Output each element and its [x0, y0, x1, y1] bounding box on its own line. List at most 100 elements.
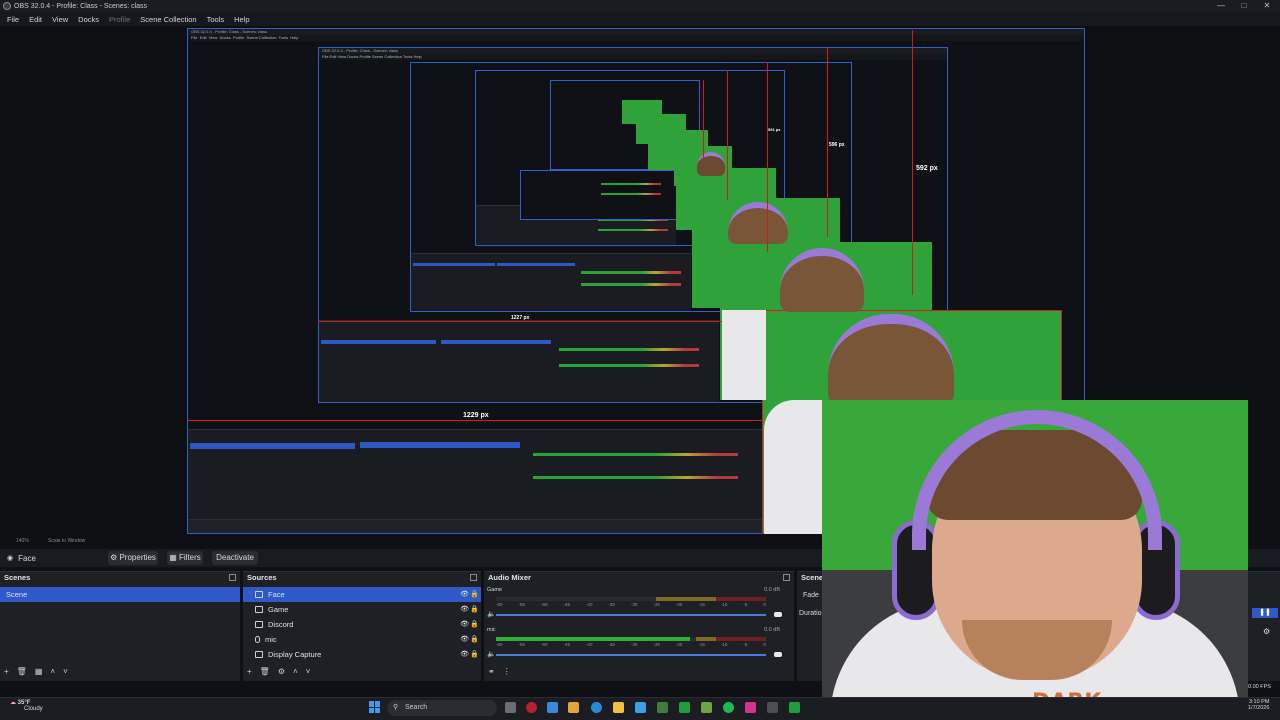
lock-icon[interactable]: 🔒 [470, 617, 479, 632]
eye-icon[interactable]: 👁 [460, 647, 469, 662]
xbox-icon[interactable] [679, 702, 690, 713]
nested-meter [581, 283, 681, 286]
spotify-icon[interactable] [723, 702, 734, 713]
arrow-down-icon[interactable]: ˅ [306, 667, 311, 676]
lock-icon[interactable]: 🔒 [470, 632, 479, 647]
volume-slider[interactable] [496, 654, 766, 656]
menu-profile[interactable]: Profile [104, 15, 135, 24]
person-shirt [722, 310, 766, 400]
more-icon[interactable]: ⋮ [503, 667, 511, 676]
weather-widget[interactable]: ☁ 35°F Cloudy [10, 699, 43, 712]
lock-icon[interactable]: 🔒 [470, 647, 479, 662]
volume-knob[interactable] [774, 612, 782, 617]
taskbar-search[interactable]: ⚲ Search [387, 700, 497, 716]
gear-icon[interactable]: ⚙ [1263, 627, 1270, 636]
scale-tick: -20 [675, 642, 683, 647]
scale-tick: -25 [653, 642, 660, 647]
menu-help[interactable]: Help [229, 15, 254, 24]
clock-date: 1/7/2026 [1248, 705, 1270, 711]
menu-docks[interactable]: Docks [73, 15, 104, 24]
sources-toolbar: + 🗑 ⚙ ˄ ˅ [247, 667, 310, 676]
measure-label: 1229 px [463, 412, 489, 419]
scene-item[interactable]: Scene [0, 587, 240, 602]
filters-button[interactable]: ▦ Filters [167, 551, 203, 565]
taskbar-clock[interactable]: 3:10 PM 1/7/2026 [1248, 699, 1269, 711]
menu-scene-collection[interactable]: Scene Collection [135, 15, 201, 24]
lock-icon[interactable]: 🔒 [470, 602, 479, 617]
explorer-icon[interactable] [613, 702, 624, 713]
arrow-up-icon[interactable]: ˄ [50, 667, 55, 676]
preview-status: 140% Scale to Window [0, 536, 820, 546]
source-item-discord[interactable]: Discord 👁 🔒 [243, 617, 481, 632]
nested-taskbar [188, 519, 766, 533]
scale-mode[interactable]: Scale to Window [48, 538, 85, 544]
add-icon[interactable]: + [247, 667, 252, 676]
menu-tools[interactable]: Tools [202, 15, 230, 24]
arrow-up-icon[interactable]: ˄ [293, 667, 298, 676]
scenes-toolbar: + 🗑 ▦ ˄ ˅ [4, 667, 68, 676]
eye-icon[interactable]: 👁 [460, 602, 469, 617]
properties-button[interactable]: ⚙ Properties [108, 551, 158, 565]
filter-icon[interactable]: ▦ [35, 667, 43, 676]
source-item-game[interactable]: Game 👁 🔒 [243, 602, 481, 617]
mail-icon[interactable] [635, 702, 646, 713]
app-icon[interactable] [547, 702, 558, 713]
maximize-button[interactable]: □ [1233, 0, 1255, 12]
window-titlebar: OBS 32.0.4 - Profile: Class - Scenes: cl… [0, 0, 1280, 12]
menu-view[interactable]: View [47, 15, 73, 24]
close-button[interactable]: ✕ [1256, 0, 1278, 12]
scale-tick: -5 [743, 602, 748, 607]
undock-icon[interactable] [783, 574, 790, 581]
obs-app-icon[interactable] [526, 702, 537, 713]
menu-file[interactable]: File [2, 15, 24, 24]
add-icon[interactable]: + [4, 667, 9, 676]
minecraft-icon[interactable] [701, 702, 712, 713]
folder-icon[interactable] [568, 702, 579, 713]
edge-icon[interactable] [591, 702, 602, 713]
measure-label: 591 px [768, 127, 781, 132]
deactivate-button[interactable]: Deactivate [212, 551, 258, 565]
pause-button[interactable]: ❚❚ [1252, 608, 1278, 618]
source-item-mic[interactable]: mic 👁 🔒 [243, 632, 481, 647]
eye-icon[interactable]: 👁 [460, 587, 469, 602]
nested-source-selected [360, 442, 520, 448]
scale-tick: -55 [518, 642, 525, 647]
display-capture-level-5[interactable] [520, 170, 680, 220]
nested-meter [533, 476, 738, 479]
measure-label: 596 px [829, 142, 845, 148]
eye-icon[interactable]: 👁 [460, 617, 469, 632]
volume-knob[interactable] [774, 652, 782, 657]
transition-select[interactable]: Fade [803, 592, 819, 599]
source-item-face[interactable]: Face 👁 🔒 [243, 587, 481, 602]
camera-icon [255, 591, 263, 598]
app-icon[interactable] [745, 702, 756, 713]
scale-tick: -15 [698, 602, 705, 607]
source-item-display-capture[interactable]: Display Capture 👁 🔒 [243, 647, 481, 662]
arrow-down-icon[interactable]: ˅ [63, 667, 68, 676]
speaker-icon[interactable]: 🔈 [487, 650, 496, 658]
menu-edit[interactable]: Edit [24, 15, 47, 24]
trash-icon[interactable]: 🗑 [260, 667, 270, 676]
measure-line-vertical [912, 30, 913, 295]
trash-icon[interactable]: 🗑 [17, 667, 27, 676]
scale-tick: -20 [675, 602, 683, 607]
link-icon[interactable]: ⚭ [488, 667, 495, 676]
gear-icon[interactable]: ⚙ [278, 667, 285, 676]
app-icon[interactable] [789, 702, 800, 713]
speaker-icon[interactable]: 🔈 [487, 610, 496, 618]
app-icon[interactable] [657, 702, 668, 713]
undock-icon[interactable] [470, 574, 477, 581]
measure-line-horizontal [187, 420, 762, 421]
steam-icon[interactable] [767, 702, 778, 713]
start-button[interactable] [369, 701, 381, 713]
minimize-button[interactable]: — [1210, 0, 1232, 12]
task-view-icon[interactable] [505, 702, 516, 713]
undock-icon[interactable] [229, 574, 236, 581]
lock-icon[interactable]: 🔒 [470, 587, 479, 602]
nested-meter [533, 453, 738, 456]
eye-icon[interactable]: 👁 [460, 632, 469, 647]
scale-tick: -60 [496, 602, 503, 607]
measure-line-vertical [703, 80, 704, 160]
volume-slider[interactable] [496, 614, 766, 616]
nested-menu-bar: File Edit View Docks Profile Scene Colle… [319, 54, 947, 60]
